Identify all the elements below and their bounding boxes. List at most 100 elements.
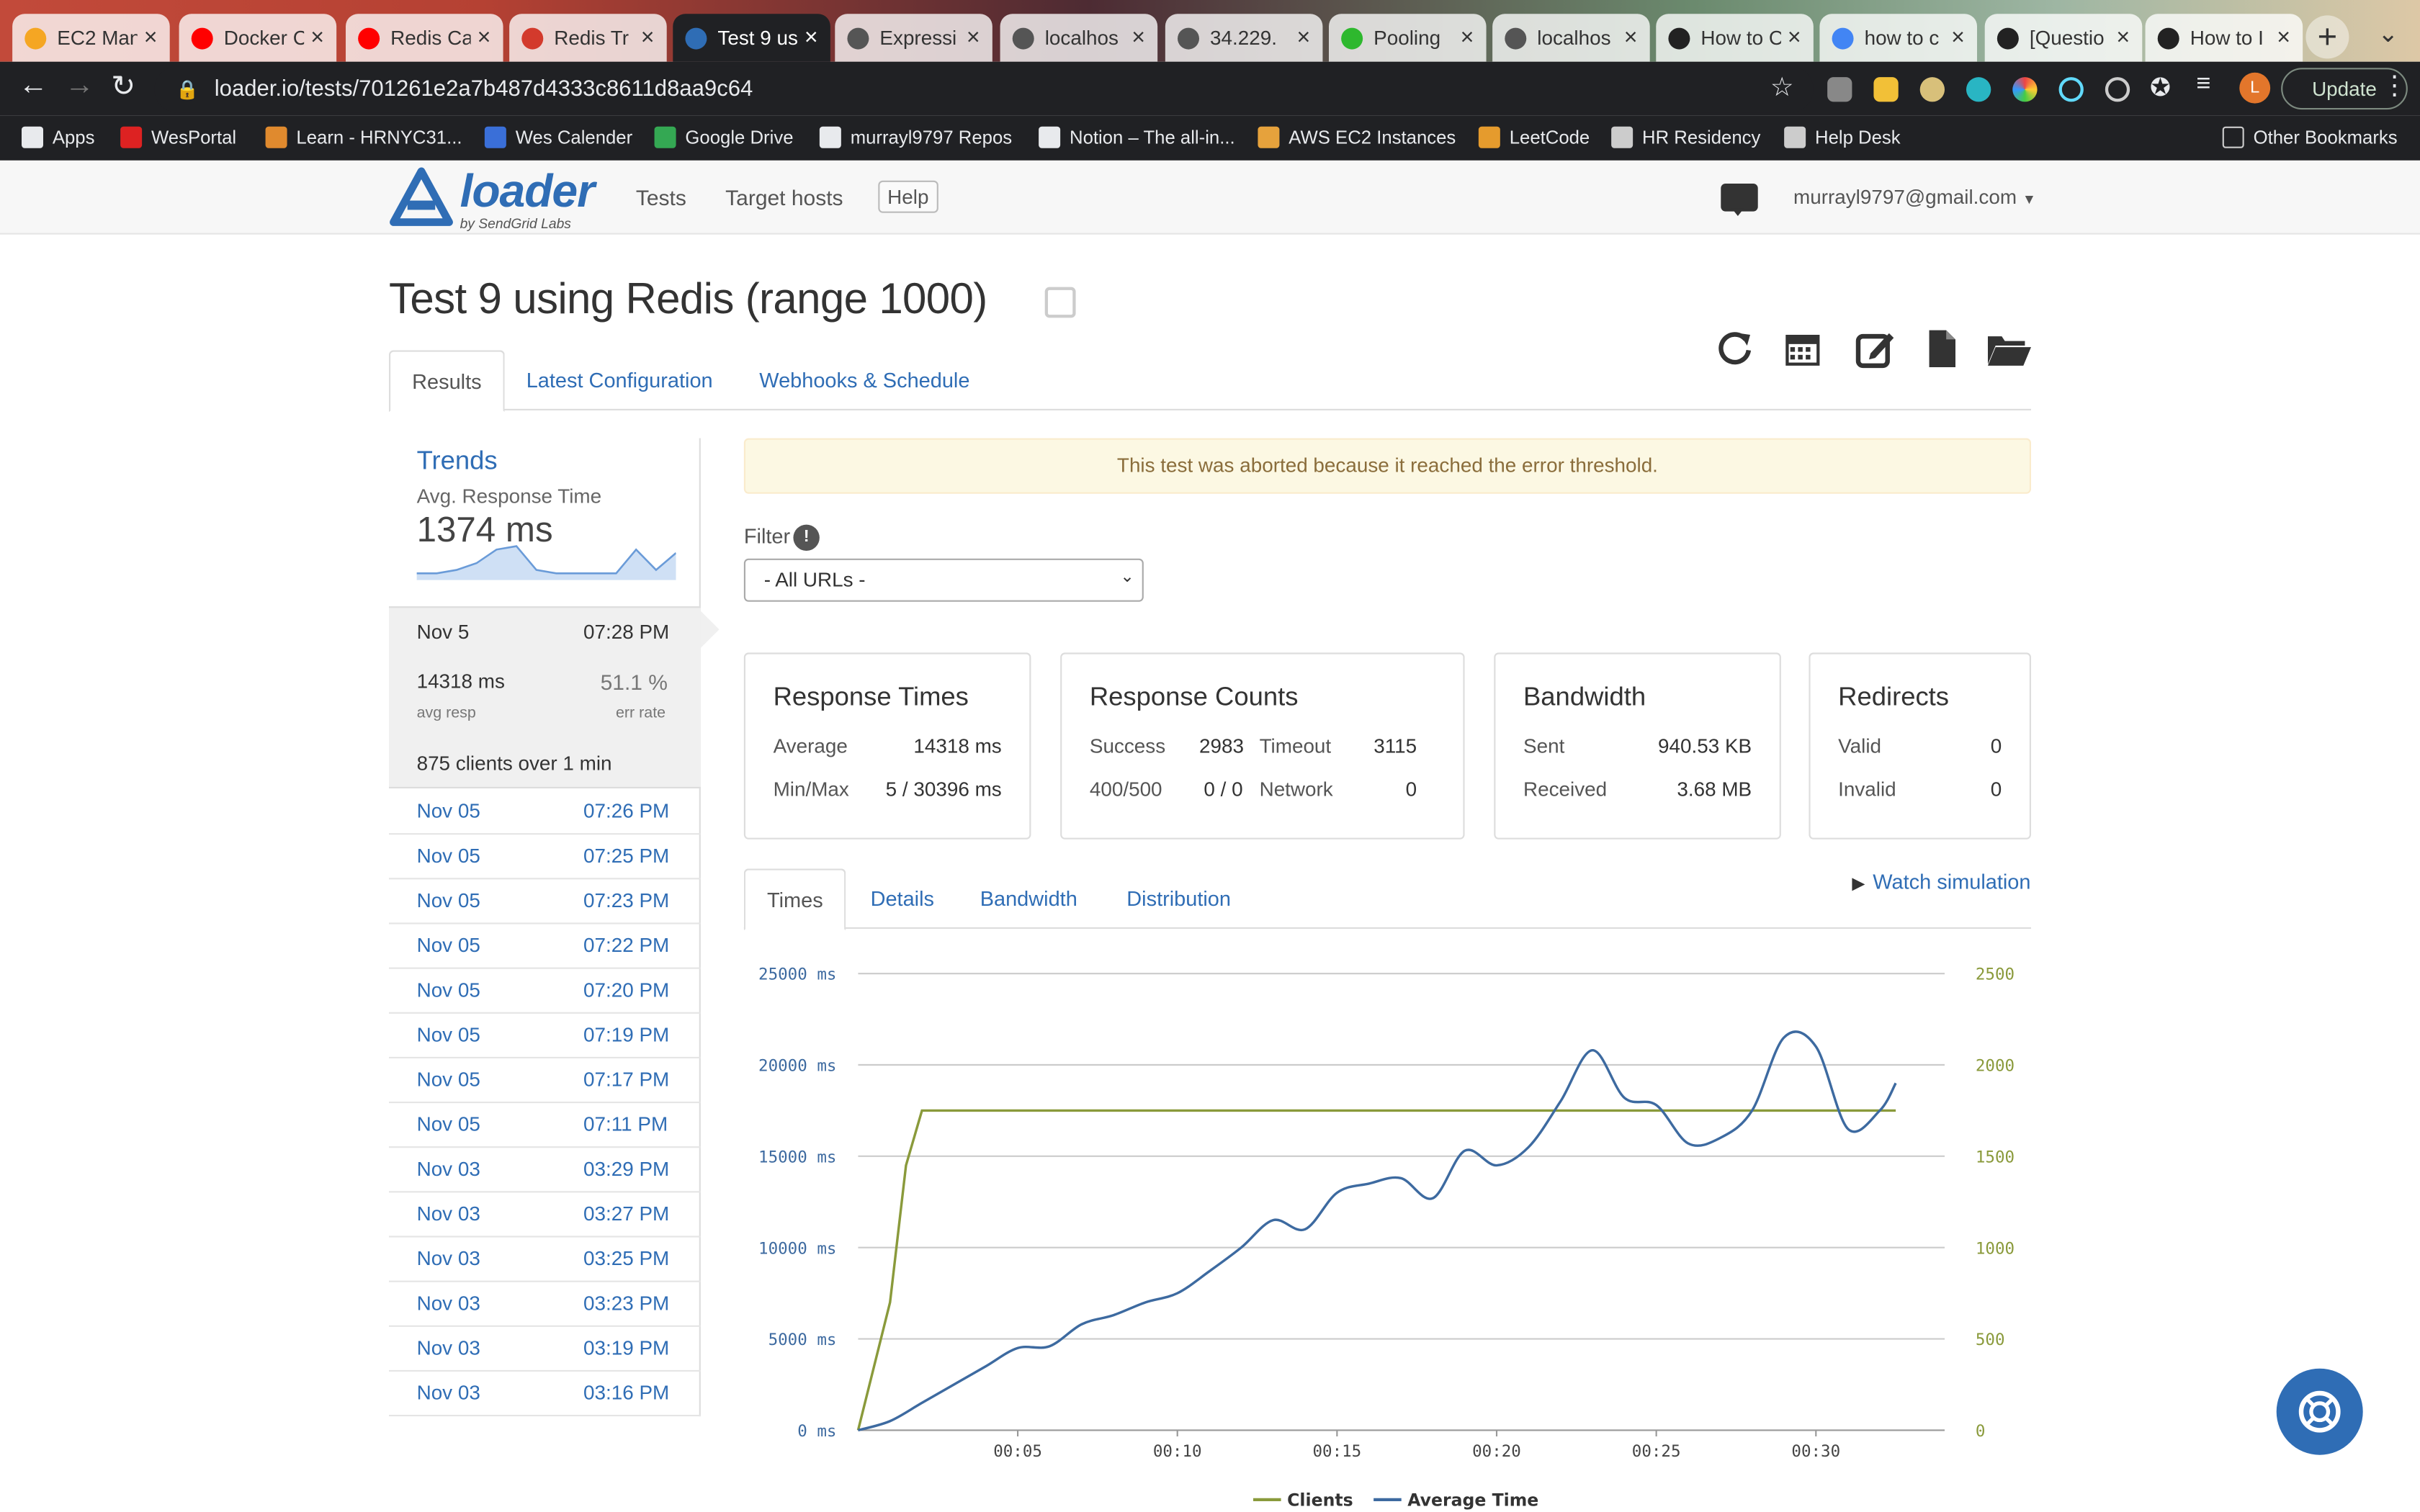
browser-tab[interactable]: how to c × <box>1819 14 1977 62</box>
edit-title-icon[interactable] <box>1044 287 1076 318</box>
run-history-row[interactable]: Nov 03 03:19 PM <box>389 1327 701 1372</box>
bookmark-item[interactable]: AWS EC2 Instances <box>1258 126 1456 148</box>
extension-icon-2[interactable] <box>1873 77 1899 102</box>
browser-tab[interactable]: Expressi × <box>835 14 992 62</box>
card-title: Bandwidth <box>1523 682 1646 711</box>
run-history-row[interactable]: Nov 05 07:22 PM <box>389 924 701 969</box>
bookmark-item[interactable]: LeetCode <box>1478 126 1590 148</box>
user-menu[interactable]: murrayl9797@gmail.com ▼ <box>1793 185 2036 208</box>
tab-webhooks-schedule[interactable]: Webhooks & Schedule <box>738 350 991 410</box>
profile-avatar[interactable]: L <box>2239 72 2271 104</box>
bookmark-item[interactable]: Apps <box>22 126 94 148</box>
browser-tab[interactable]: 34.229. × <box>1165 14 1323 62</box>
trends-sparkline <box>416 545 676 580</box>
new-tab-button[interactable]: + <box>2305 15 2349 59</box>
run-history-row[interactable]: Nov 03 03:23 PM <box>389 1282 701 1327</box>
close-icon[interactable]: × <box>1788 24 1801 50</box>
run-history-row[interactable]: Nov 03 03:16 PM <box>389 1372 701 1417</box>
bookmark-item[interactable]: Help Desk <box>1784 126 1901 148</box>
help-button[interactable]: Help <box>878 180 938 213</box>
close-icon[interactable]: × <box>641 24 655 50</box>
support-lifebuoy-button[interactable] <box>2276 1368 2363 1455</box>
url-filter-select[interactable]: - All URLs - ⌄ <box>743 558 1144 602</box>
tab-latest-configuration[interactable]: Latest Configuration <box>505 350 735 410</box>
extension-icon-5[interactable] <box>2012 77 2038 102</box>
loader-logo[interactable]: loader by SendGrid Labs <box>389 166 595 235</box>
browser-tab[interactable]: Redis Tr × <box>509 14 667 62</box>
close-icon[interactable]: × <box>967 24 980 50</box>
trends-title[interactable]: Trends <box>417 446 498 477</box>
tab-bandwidth[interactable]: Bandwidth <box>959 868 1099 929</box>
close-icon[interactable]: × <box>1461 24 1474 50</box>
tab-details[interactable]: Details <box>849 868 956 929</box>
extension-icon-4[interactable] <box>1966 77 1991 102</box>
run-history-row[interactable]: Nov 05 07:25 PM <box>389 834 701 880</box>
close-icon[interactable]: × <box>1951 24 1965 50</box>
extension-icon-7[interactable] <box>2105 77 2130 102</box>
back-button[interactable]: ← <box>19 69 48 103</box>
run-history-row[interactable]: Nov 03 03:25 PM <box>389 1238 701 1282</box>
info-icon[interactable]: ! <box>793 524 820 551</box>
browser-tab[interactable]: localhos × <box>1492 14 1650 62</box>
bookmark-item[interactable]: WesPortal <box>120 126 236 148</box>
run-history-row[interactable]: Nov 05 07:20 PM <box>389 969 701 1014</box>
bookmark-item[interactable]: HR Residency <box>1611 126 1760 148</box>
tab-distribution[interactable]: Distribution <box>1105 868 1252 929</box>
extensions-puzzle-icon[interactable]: ✪ <box>2150 73 2171 104</box>
other-bookmarks[interactable]: Other Bookmarks <box>2222 126 2398 148</box>
bookmark-item[interactable]: murrayl9797 Repos <box>819 126 1012 148</box>
run-history-row[interactable]: Nov 03 03:29 PM <box>389 1148 701 1193</box>
run-history-row[interactable]: Nov 05 07:23 PM <box>389 879 701 924</box>
bookmark-item[interactable]: Google Drive <box>654 126 793 148</box>
browser-tab[interactable]: How to I × <box>2145 14 2303 62</box>
browser-tab[interactable]: Redis Ca × <box>346 14 503 62</box>
tab-search-icon[interactable]: ⌄ <box>2378 19 2398 50</box>
run-history-row[interactable]: Nov 05 07:11 PM <box>389 1103 701 1148</box>
forward-button[interactable]: → <box>65 69 94 103</box>
reading-list-icon[interactable]: ≡ <box>2196 71 2210 99</box>
close-icon[interactable]: × <box>1297 24 1311 50</box>
run-history-row[interactable]: Nov 05 07:26 PM <box>389 790 701 835</box>
run-history-row[interactable]: Nov 03 03:27 PM <box>389 1192 701 1238</box>
react-devtools-icon[interactable] <box>2058 77 2084 102</box>
tab-times[interactable]: Times <box>743 868 846 931</box>
reload-button[interactable]: ↻ <box>111 69 135 104</box>
close-icon[interactable]: × <box>805 24 818 50</box>
tab-results[interactable]: Results <box>389 350 505 413</box>
bookmark-item[interactable]: Wes Calender <box>484 126 633 148</box>
bookmark-item[interactable]: Learn - HRNYC31... <box>265 126 462 148</box>
extension-icon-3[interactable] <box>1919 77 1945 102</box>
chat-icon[interactable] <box>1721 183 1758 216</box>
browser-tab[interactable]: Docker C × <box>179 14 337 62</box>
close-icon[interactable]: × <box>2277 24 2290 50</box>
nav-target-hosts[interactable]: Target hosts <box>725 185 843 210</box>
bookmark-label: Wes Calender <box>515 126 633 148</box>
close-icon[interactable]: × <box>478 24 491 50</box>
nav-tests[interactable]: Tests <box>636 185 686 210</box>
y-left-tick-label: 0 ms <box>797 1422 836 1441</box>
bookmark-item[interactable]: Notion – The all-in... <box>1039 126 1235 148</box>
menu-kebab-icon[interactable]: ⋮ <box>2381 71 2407 102</box>
address-bar[interactable]: 🔒 loader.io/tests/701261e2a7b487d4333c86… <box>154 66 1814 113</box>
browser-tab[interactable]: EC2 Man × <box>12 14 170 62</box>
browser-tab[interactable]: Test 9 us × <box>673 14 830 62</box>
average-value: 14318 ms <box>913 734 1002 758</box>
extension-icon-1[interactable] <box>1827 77 1852 102</box>
close-icon[interactable]: × <box>310 24 324 50</box>
run-history-row[interactable]: Nov 05 07:17 PM <box>389 1058 701 1104</box>
run-history-row[interactable]: Nov 05 07:19 PM <box>389 1014 701 1058</box>
browser-tab[interactable]: How to C × <box>1656 14 1814 62</box>
close-icon[interactable]: × <box>2116 24 2130 50</box>
sent-value: 940.53 KB <box>1658 734 1752 758</box>
bookmarks-bar: Apps WesPortal Learn - HRNYC31... Wes Calen… <box>0 115 2420 161</box>
watch-simulation-link[interactable]: ▶ Watch simulation <box>1852 870 2030 894</box>
selected-err-rate: 51.1 % <box>600 670 668 695</box>
browser-tab[interactable]: Pooling × <box>1329 14 1487 62</box>
close-icon[interactable]: × <box>1624 24 1638 50</box>
close-icon[interactable]: × <box>1131 24 1145 50</box>
browser-tab[interactable]: localhos × <box>1000 14 1158 62</box>
close-icon[interactable]: × <box>144 24 158 50</box>
browser-tab[interactable]: [Questio × <box>1984 14 2143 62</box>
bookmark-star-icon[interactable]: ☆ <box>1770 73 1794 104</box>
selected-run[interactable]: Nov 5 07:28 PM 14318 ms 51.1 % avg resp … <box>389 606 720 788</box>
